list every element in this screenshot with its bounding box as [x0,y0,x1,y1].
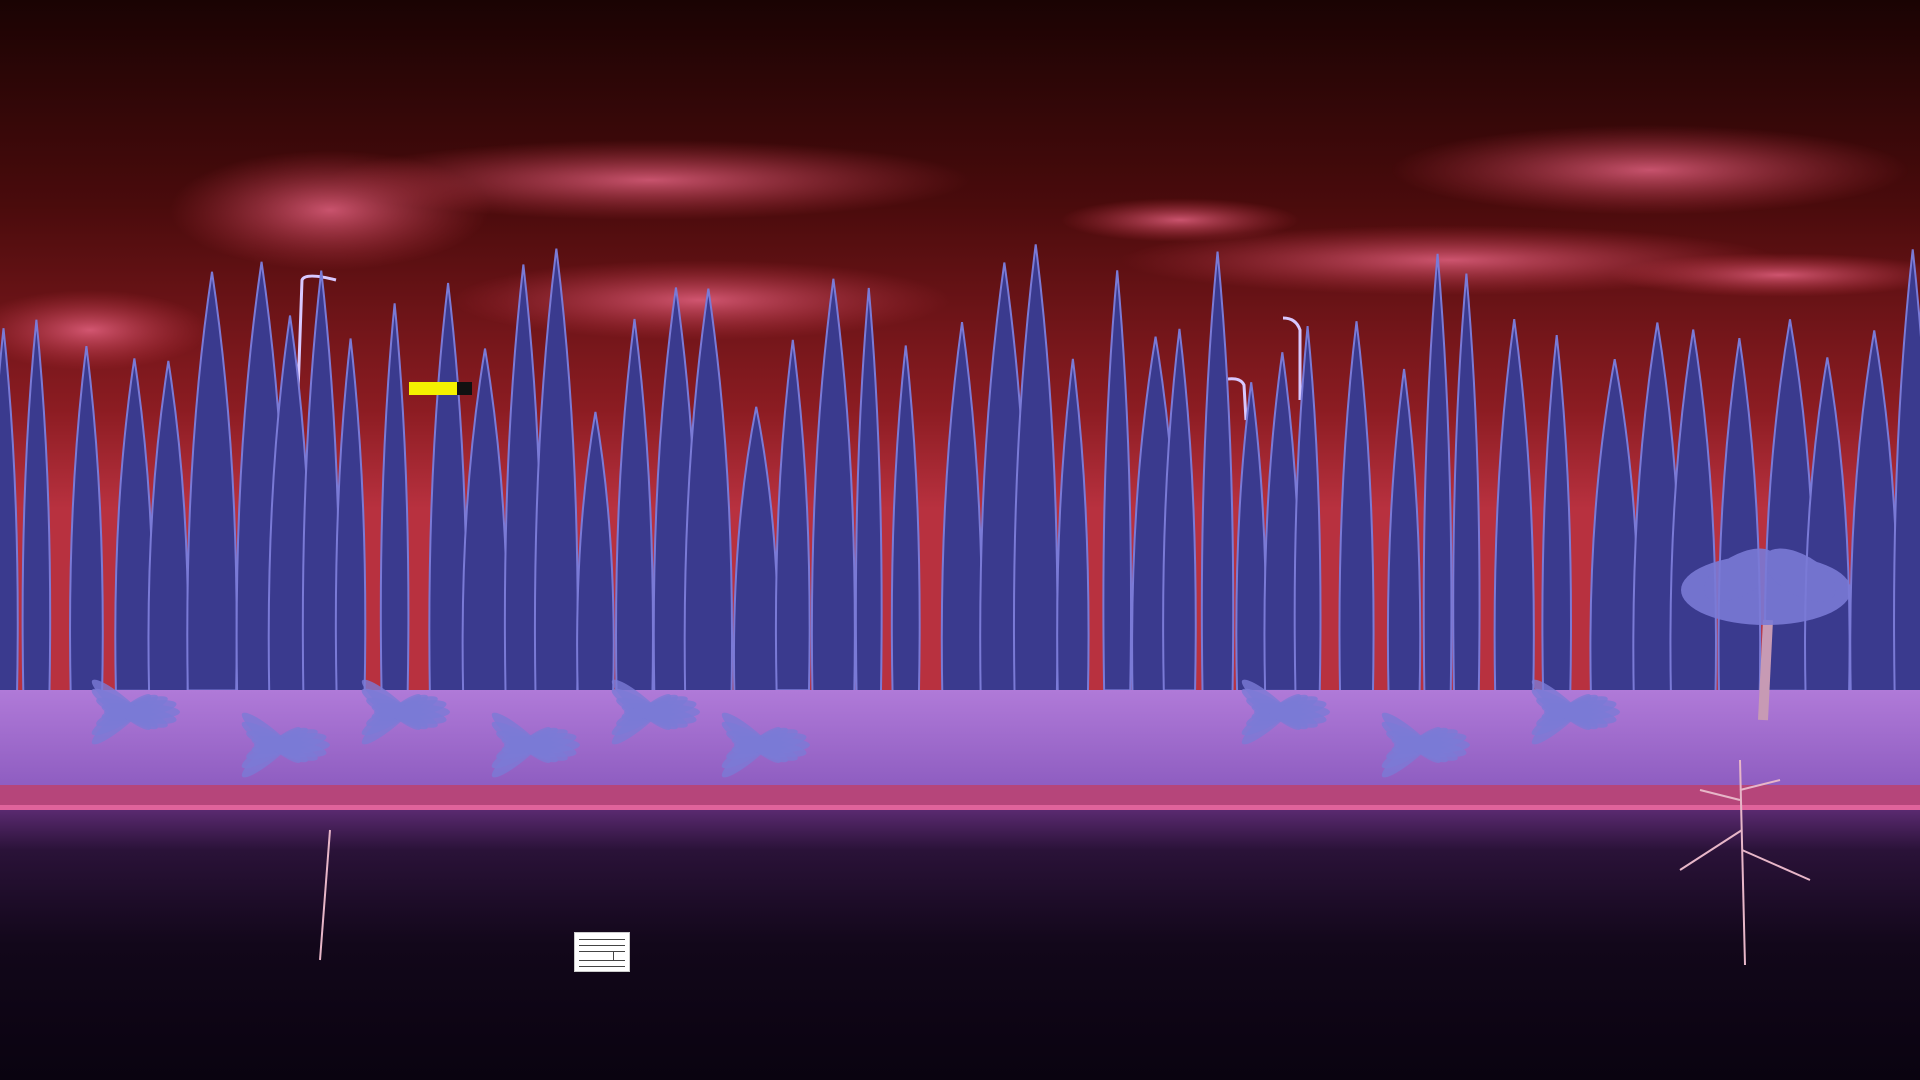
infrared-landscape-photo [0,0,1920,1080]
yellow-marker [409,382,457,395]
marker-tab [457,382,472,395]
water [0,810,1920,1080]
document-icon [574,932,630,972]
